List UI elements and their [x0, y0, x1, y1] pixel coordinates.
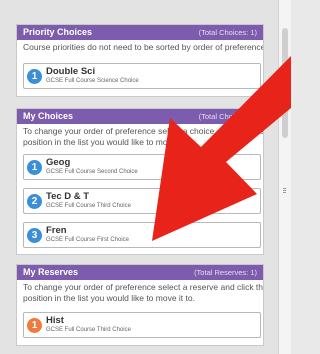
course-name: Tec D & T	[46, 191, 90, 202]
choice-number-badge: 2	[27, 194, 42, 209]
description-line: To change your order of preference selec…	[23, 126, 264, 136]
section-title: Priority Choices	[23, 27, 93, 37]
my-choices-section: My Choices (Total Choices: 3) To change …	[16, 108, 264, 255]
course-detail: GCSE Full Course First Choice	[46, 237, 130, 243]
my-reserves-section: My Reserves (Total Reserves: 1) To chang…	[16, 264, 264, 346]
course-detail: GCSE Full Course Second Choice	[46, 169, 138, 175]
course-detail: GCSE Full Course Third Choice	[46, 327, 131, 333]
description-line: position in the list you would like to m…	[23, 293, 195, 303]
section-total: (Total Choices: 1)	[198, 28, 257, 37]
course-card-tec-dt[interactable]: 2 Tec D & T GCSE Full Course Third Choic…	[23, 188, 261, 214]
section-title: My Choices	[23, 111, 74, 121]
course-card-hist[interactable]: 1 Hist GCSE Full Course Third Choice	[23, 312, 261, 338]
course-name: Geog	[46, 157, 71, 168]
scrollbar-grip[interactable]	[283, 190, 286, 191]
scrollbar-thumb[interactable]	[282, 28, 288, 138]
section-header: My Choices (Total Choices: 3)	[17, 109, 263, 124]
course-card-geog[interactable]: 1 Geog GCSE Full Course Second Choice	[23, 154, 261, 180]
section-description: To change your order of preference selec…	[17, 124, 263, 148]
choice-number-badge: 3	[27, 228, 42, 243]
course-detail: GCSE Full Course Third Choice	[46, 203, 131, 209]
description-line: position in the list you would like to m…	[23, 137, 195, 147]
section-header: My Reserves (Total Reserves: 1)	[17, 265, 263, 280]
description-line: To change your order of preference selec…	[23, 282, 264, 292]
section-header: Priority Choices (Total Choices: 1)	[17, 25, 263, 40]
priority-number-badge: 1	[27, 69, 42, 84]
course-card-fren[interactable]: 3 Fren GCSE Full Course First Choice	[23, 222, 261, 248]
section-total: (Total Reserves: 1)	[194, 268, 257, 277]
section-description: Course priorities do not need to be sort…	[23, 42, 264, 52]
choice-number-badge: 1	[27, 160, 42, 175]
course-name: Fren	[46, 225, 67, 236]
priority-choices-section: Priority Choices (Total Choices: 1) Cour…	[16, 24, 264, 97]
section-description: To change your order of preference selec…	[17, 280, 263, 304]
course-name: Double Sci	[46, 66, 96, 77]
reserve-number-badge: 1	[27, 318, 42, 333]
course-name: Hist	[46, 315, 64, 326]
section-title: My Reserves	[23, 267, 79, 277]
course-detail: GCSE Full Course Science Choice	[46, 78, 139, 84]
course-card-double-sci[interactable]: 1 Double Sci GCSE Full Course Science Ch…	[23, 63, 261, 89]
section-total: (Total Choices: 3)	[198, 112, 257, 121]
